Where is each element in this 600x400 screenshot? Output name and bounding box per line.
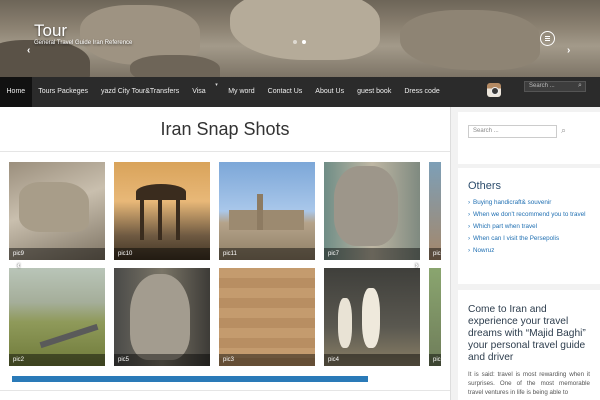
nav-item-contact[interactable]: Contact Us [261,77,309,107]
nav-item-about[interactable]: About Us [309,77,351,107]
others-link[interactable]: When we don't recommend you to travel [468,211,588,219]
others-list: Buying handicraft& souvenir When we don'… [468,199,588,259]
banner-rock [230,0,380,60]
nav-item-tours[interactable]: Tours Packeges [32,77,95,107]
gallery-thumb[interactable]: pic [429,268,441,366]
gallery-next-arrow-icon[interactable]: › [415,260,418,271]
thumb-art [39,323,99,349]
banner-rock [400,10,540,70]
thumb-caption: pic10 [114,248,210,260]
gallery-thumb[interactable]: pic4 [324,268,420,366]
site-title[interactable]: Tour [34,21,67,41]
promo-heading: Come to Iran and experience your travel … [468,304,586,363]
thumb-art [176,198,180,240]
others-heading: Others [468,180,502,192]
thumb-art [334,166,398,246]
gallery-thumb[interactable]: pic11 [219,162,315,260]
others-link[interactable]: Nowruz [468,247,588,255]
gallery-thumb[interactable]: pic7 [324,162,420,260]
nav-item-my-word[interactable]: My word [222,77,261,107]
banner-rock [130,55,220,77]
nav-item-yazd-tour[interactable]: yazd City Tour&Transfers [95,77,186,107]
thumb-caption: pic7 [324,248,420,260]
thumb-art [362,288,380,348]
gallery-thumb[interactable]: pic3 [219,268,315,366]
slider-dots [293,40,306,44]
main-nav: Home Tours Packeges yazd City Tour&Trans… [0,77,600,107]
submenu-caret-icon: ▾ [215,82,218,88]
bottom-divider [0,390,450,391]
thumb-art [140,198,144,240]
slider-dot[interactable] [293,40,297,44]
thumb-caption: pic9 [9,248,105,260]
others-link[interactable]: Buying handicraft& souvenir [468,199,588,207]
thumb-caption: pic11 [219,248,315,260]
gallery-thumb[interactable]: pic2 [9,268,105,366]
others-link[interactable]: When can I visit the Persepolis [468,235,588,243]
nav-search-input[interactable]: Search ... [524,81,586,92]
gallery-thumb[interactable]: pic10 [114,162,210,260]
gallery-thumb[interactable]: pic9 [9,162,105,260]
thumb-caption: pic2 [9,354,105,366]
thumb-art [338,298,352,348]
thumb-caption: pic [429,354,441,366]
thumb-art [19,182,89,232]
nav-item-visa-label: Visa [192,88,206,95]
nav-search-icon[interactable]: ⌕ [578,82,582,90]
header-next-arrow-icon[interactable]: › [567,45,570,56]
gallery-thumb[interactable]: pic [429,162,441,260]
thumb-caption: pic5 [114,354,210,366]
menu-line [545,36,550,37]
nav-item-home[interactable]: Home [0,77,32,107]
sidebar-search-icon[interactable]: ⌕ [561,125,566,136]
header-banner: Tour General Travel Guide Iran Reference… [0,0,600,77]
page-title: Iran Snap Shots [160,119,290,139]
menu-line [545,38,550,39]
thumb-caption: pic4 [324,354,420,366]
nav-item-visa[interactable]: Visa ▾ [186,77,222,107]
menu-line [545,40,550,41]
gallery-thumb[interactable]: pic5 [114,268,210,366]
thumb-art [158,198,162,240]
thumb-art [229,210,304,230]
sidebar-search-input[interactable]: Search ... [468,125,557,138]
title-divider [0,151,450,152]
gallery-prev-arrow-icon[interactable]: ‹ [17,260,20,271]
nav-items: Home Tours Packeges yazd City Tour&Trans… [0,77,446,107]
thumb-art [257,194,263,230]
thumb-art [130,274,190,360]
promo-text: It is said: travel is most rewarding whe… [468,371,590,396]
others-link[interactable]: Which part when travel [468,223,588,231]
thumb-caption: pic [429,248,441,260]
instagram-icon[interactable] [487,83,501,97]
slider-dot-active[interactable] [302,40,306,44]
search-widget [458,112,600,164]
site-tagline: General Travel Guide Iran Reference [34,40,133,46]
nav-item-dress-code[interactable]: Dress code [398,77,446,107]
gallery-progress-bar [12,376,368,382]
menu-icon[interactable] [540,31,555,46]
thumb-caption: pic3 [219,354,315,366]
nav-item-guest-book[interactable]: guest book [351,77,398,107]
header-prev-arrow-icon[interactable]: ‹ [27,45,30,56]
